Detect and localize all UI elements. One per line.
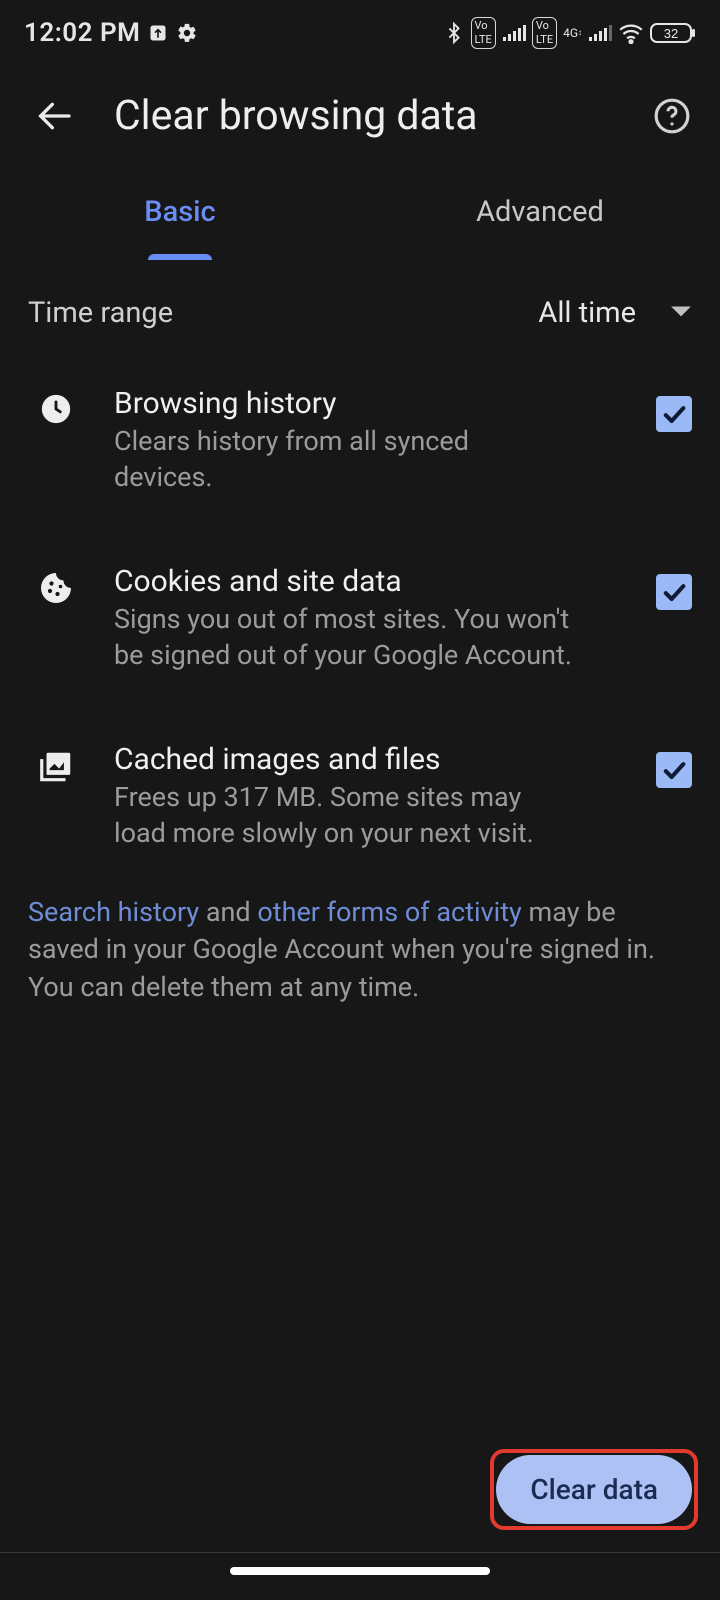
history-icon [28,386,84,426]
checkbox-cookies[interactable] [656,574,692,610]
upload-icon [148,23,168,43]
time-range-label: Time range [28,296,173,330]
status-time: 12:02 PM [24,18,140,48]
status-left: 12:02 PM [24,18,198,48]
signal-icon-2 [588,23,612,43]
volte-badge-2: VoLTE [532,17,557,49]
option-cookies[interactable]: Cookies and site data Signs you out of m… [0,530,720,708]
tab-advanced-label: Advanced [476,195,604,229]
link-other-activity[interactable]: other forms of activity [257,896,521,928]
option-text: Cached images and files Frees up 317 MB.… [114,742,626,852]
tab-advanced[interactable]: Advanced [360,164,720,260]
bluetooth-icon [443,20,465,46]
clear-data-button[interactable]: Clear data [496,1455,692,1524]
page-title: Clear browsing data [114,92,478,140]
status-right: VoLTE VoLTE 4G↕ 32 [443,17,696,49]
battery-icon: 32 [650,22,696,44]
option-text: Cookies and site data Signs you out of m… [114,564,626,674]
system-nav-bar [0,1552,720,1600]
time-range-row[interactable]: Time range All time [0,260,720,352]
signal-icon-1 [502,23,526,43]
tabs: Basic Advanced [0,164,720,260]
option-subtitle: Frees up 317 MB. Some sites may load mor… [114,779,574,852]
footer-note: Search history and other forms of activi… [0,886,720,1007]
tab-basic[interactable]: Basic [0,164,360,260]
option-title: Browsing history [114,386,626,421]
volte-badge-1: VoLTE [471,17,496,49]
image-stack-icon [28,742,84,786]
nav-handle[interactable] [230,1567,490,1575]
clear-data-highlight: Clear data [490,1449,698,1530]
network-4g-icon: 4G↕ [563,27,582,39]
footer-mid1: and [199,896,257,928]
help-button[interactable] [650,94,694,138]
checkbox-browsing-history[interactable] [656,396,692,432]
time-range-value: All time [538,296,636,330]
option-browsing-history[interactable]: Browsing history Clears history from all… [0,352,720,530]
back-button[interactable] [26,88,82,144]
clear-data-outline: Clear data [490,1449,698,1530]
clear-data-label: Clear data [530,1473,658,1506]
option-cached[interactable]: Cached images and files Frees up 317 MB.… [0,708,720,886]
link-search-history[interactable]: Search history [28,896,199,928]
option-text: Browsing history Clears history from all… [114,386,626,496]
option-subtitle: Clears history from all synced devices. [114,423,574,496]
tab-basic-label: Basic [144,195,215,229]
app-bar: Clear browsing data [0,66,720,164]
wifi-icon [618,22,644,44]
checkbox-cached[interactable] [656,752,692,788]
settings-icon [176,22,198,44]
option-subtitle: Signs you out of most sites. You won't b… [114,601,574,674]
dropdown-icon [670,304,692,323]
cookie-icon [28,564,84,606]
status-bar: 12:02 PM VoLTE VoLTE 4G↕ 32 [0,0,720,66]
option-title: Cookies and site data [114,564,626,599]
battery-level: 32 [664,26,678,41]
option-title: Cached images and files [114,742,626,777]
